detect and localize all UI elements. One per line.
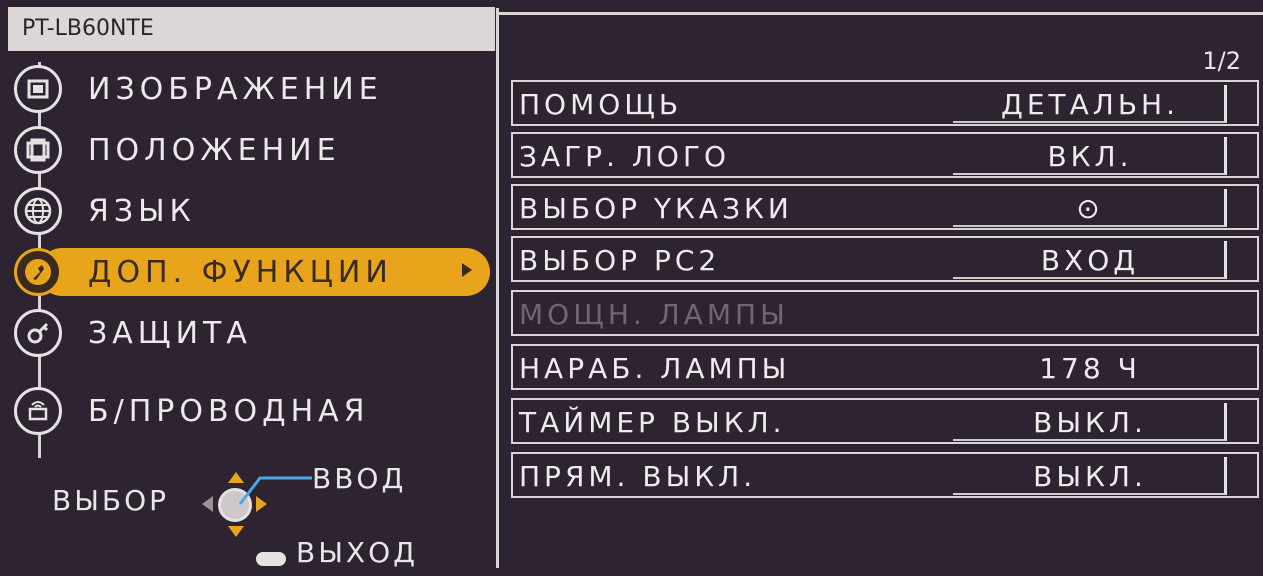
wireless-icon <box>14 387 62 435</box>
setting-row-lamp-hours: НАРАБ. ЛАМПЫ 178 Ч <box>511 344 1259 390</box>
setting-value: ВКЛ. <box>1047 140 1133 173</box>
setting-value: ВЫКЛ. <box>1033 406 1147 439</box>
picture-icon <box>14 65 62 113</box>
setting-row-pc2-select[interactable]: ВЫБОР PC2 ВХОД <box>511 236 1259 282</box>
setting-label: ПРЯМ. ВЫКЛ. <box>519 460 757 493</box>
menu-item-picture[interactable]: ИЗОБРАЖЕНИЕ <box>14 63 484 115</box>
setting-label: ВЫБОР YКАЗКИ <box>519 192 793 225</box>
submenu-arrow-icon <box>462 263 472 277</box>
page-indicator: 1/2 <box>1202 47 1241 75</box>
menu-item-advanced-functions[interactable]: ДОП. ФУНКЦИИ <box>14 246 490 298</box>
menu-item-label: ЗАЩИТА <box>88 315 252 351</box>
projector-osd: PT-LB60NTE ИЗОБРАЖЕНИЕ ПОЛОЖЕНИЕ ЯЗЫК ДО… <box>0 0 1263 576</box>
exit-button-icon <box>256 552 286 566</box>
enter-label: ВВОД <box>312 462 407 495</box>
enter-pointer-line <box>238 476 312 505</box>
menu-item-position[interactable]: ПОЛОЖЕНИЕ <box>14 124 484 176</box>
menu-item-label: ДОП. ФУНКЦИИ <box>88 254 393 290</box>
setting-row-startup-logo[interactable]: ЗАГР. ЛОГО ВКЛ. <box>511 132 1259 178</box>
navigation-legend: ВЫБОР ВВОД ВЫХОД <box>50 460 490 576</box>
position-icon <box>14 126 62 174</box>
setting-row-lamp-power: МОЩН. ЛАМПЫ <box>511 290 1259 336</box>
pointer-icon: ⊙ <box>1076 192 1104 225</box>
wrench-icon <box>14 248 62 296</box>
panel-top-border <box>496 12 1263 15</box>
menu-item-wireless[interactable]: Б/ПРОВОДНАЯ <box>14 385 484 437</box>
setting-row-pointer-select[interactable]: ВЫБОР YКАЗКИ ⊙ <box>511 184 1259 230</box>
setting-label: ВЫБОР PC2 <box>519 244 721 277</box>
setting-value: ДЕТАЛЬН. <box>1000 88 1180 121</box>
setting-label: МОЩН. ЛАМПЫ <box>519 298 789 331</box>
menu-item-language[interactable]: ЯЗЫК <box>14 185 484 237</box>
setting-value: 178 Ч <box>1039 352 1141 385</box>
globe-icon <box>14 187 62 235</box>
setting-row-off-timer[interactable]: ТАЙМЕР ВЫКЛ. ВЫКЛ. <box>511 398 1259 444</box>
down-arrow-icon <box>228 526 244 537</box>
setting-row-direct-off[interactable]: ПРЯМ. ВЫКЛ. ВЫКЛ. <box>511 452 1259 498</box>
setting-label: ПОМОЩЬ <box>519 88 683 121</box>
select-label: ВЫБОР <box>52 484 170 517</box>
left-arrow-icon <box>202 496 213 512</box>
setting-value: ВЫКЛ. <box>1033 460 1147 493</box>
menu-item-label: ЯЗЫК <box>88 193 196 229</box>
setting-label: ЗАГР. ЛОГО <box>519 140 731 173</box>
menu-item-label: ИЗОБРАЖЕНИЕ <box>88 71 383 107</box>
exit-label: ВЫХОД <box>296 536 419 569</box>
setting-label: ТАЙМЕР ВЫКЛ. <box>519 406 786 439</box>
setting-label: НАРАБ. ЛАМПЫ <box>519 352 791 385</box>
menu-item-security[interactable]: ЗАЩИТА <box>14 307 484 359</box>
setting-row-help[interactable]: ПОМОЩЬ ДЕТАЛЬН. <box>511 80 1259 126</box>
key-icon <box>14 309 62 357</box>
menu-item-label: Б/ПРОВОДНАЯ <box>88 393 370 429</box>
model-name: PT-LB60NTE <box>8 7 495 51</box>
menu-item-label: ПОЛОЖЕНИЕ <box>88 132 341 168</box>
panel-divider <box>496 8 499 568</box>
setting-value: ВХОД <box>1040 244 1140 277</box>
